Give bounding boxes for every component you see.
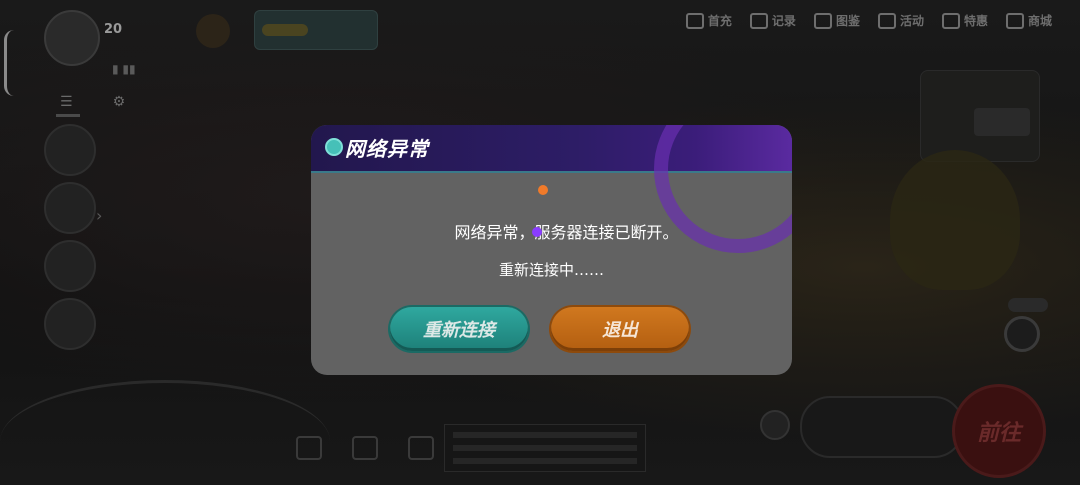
nav-label: 首充: [707, 14, 732, 28]
party-bar[interactable]: [800, 396, 964, 458]
team-icon[interactable]: [760, 410, 790, 440]
exit-button[interactable]: 退出: [551, 307, 689, 351]
friend-avatar[interactable]: [44, 240, 96, 292]
chevron-right-icon[interactable]: ›: [96, 206, 102, 225]
dialog-message: 网络异常，服务器连接已断开。: [454, 223, 679, 242]
cursor-indicator-dot: [532, 227, 542, 237]
nav-dex[interactable]: 图鉴: [813, 12, 860, 29]
nav-deals[interactable]: 特惠: [941, 12, 988, 29]
news-line: [453, 445, 637, 451]
friend-list: [44, 124, 96, 356]
top-nav: 首充 记录 图鉴 活动 特惠 商城: [685, 12, 1052, 29]
news-line: [453, 458, 637, 464]
touch-indicator-dot: [538, 185, 548, 195]
dialog-header: 网络异常: [311, 125, 792, 253]
player-level: 20: [104, 22, 123, 37]
pokeball-icon: [325, 138, 343, 156]
left-tabs: ☰ ⚙: [60, 94, 125, 110]
nav-records[interactable]: 记录: [749, 12, 796, 29]
nav-label: 图鉴: [835, 14, 860, 28]
tools-icon[interactable]: [352, 436, 378, 460]
news-line: [453, 432, 637, 438]
book-icon: [749, 12, 768, 29]
friend-avatar[interactable]: [44, 182, 96, 234]
reconnect-status: 重新连接中……: [498, 261, 604, 279]
screenshot-icon[interactable]: [408, 436, 434, 460]
event-banner-tag: [262, 24, 308, 36]
network-error-dialog: 网络异常 网络异常，服务器连接已断开。 重新连接中…… 重新连接 退出: [311, 125, 792, 375]
dialog-title: 网络异常: [345, 137, 429, 161]
cart-icon: [1005, 12, 1024, 29]
nav-label: 特惠: [963, 14, 988, 28]
bottom-curve-decor: [0, 380, 330, 485]
friend-avatar[interactable]: [44, 298, 96, 350]
status-icons: ▮ ▮▮: [112, 62, 136, 76]
coin-icon[interactable]: [196, 14, 230, 48]
go-button[interactable]: 前往: [952, 384, 1046, 478]
bottom-toolbar: [296, 436, 434, 460]
camera-icon[interactable]: [296, 436, 322, 460]
tag-icon: [941, 12, 960, 29]
pokemon-character-art: [890, 150, 1020, 290]
nav-label: 记录: [771, 14, 796, 28]
gift-icon: [685, 12, 704, 29]
nav-shop[interactable]: 商城: [1005, 12, 1052, 29]
right-info-box: [974, 108, 1030, 136]
left-tab-settings-icon[interactable]: ⚙: [113, 94, 126, 110]
nav-label: 活动: [899, 14, 924, 28]
friend-avatar[interactable]: [44, 124, 96, 176]
nav-first-charge[interactable]: 首充: [685, 12, 732, 29]
pokeball-icon[interactable]: [1004, 316, 1040, 352]
dex-icon: [813, 12, 832, 29]
tab-underline: [56, 114, 80, 117]
calendar-icon: [877, 12, 896, 29]
nav-events[interactable]: 活动: [877, 12, 924, 29]
news-panel[interactable]: [444, 424, 646, 472]
reconnect-button[interactable]: 重新连接: [390, 307, 528, 351]
left-tab-friends-icon[interactable]: ☰: [60, 94, 73, 110]
nav-label: 商城: [1027, 14, 1052, 28]
right-small-button[interactable]: [1008, 298, 1048, 312]
player-avatar[interactable]: [44, 10, 100, 66]
side-bracket: [4, 30, 17, 96]
